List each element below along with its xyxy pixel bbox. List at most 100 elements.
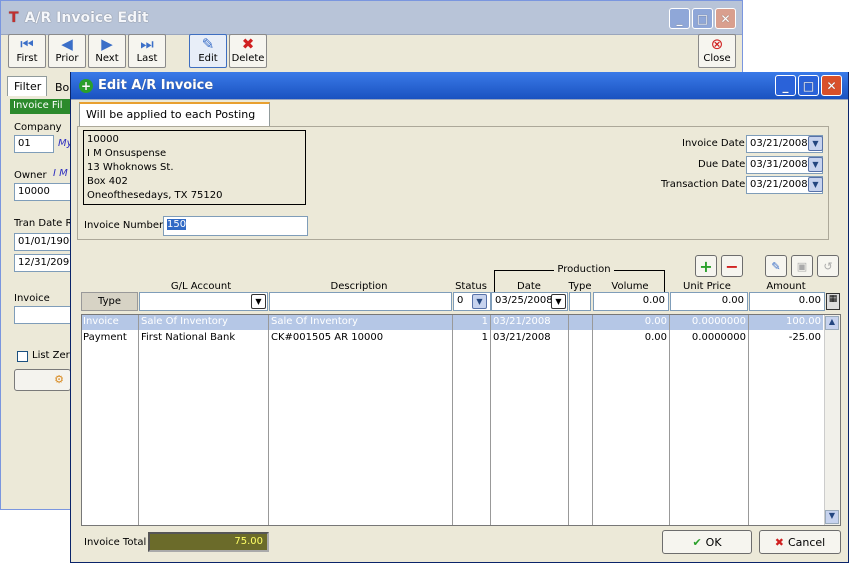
- delete-icon: ✖: [241, 35, 255, 53]
- type-selector[interactable]: Type: [81, 292, 138, 311]
- invoice-total-value: 75.00: [148, 532, 269, 552]
- row-type: Payment: [83, 332, 127, 343]
- row-gl: First National Bank: [141, 332, 236, 343]
- row-unit-price: 0.0000000: [691, 332, 746, 343]
- list-zero-checkbox[interactable]: [17, 351, 28, 362]
- next-icon: ▶: [101, 35, 113, 53]
- dialog-maximize-button[interactable]: □: [798, 75, 819, 96]
- header-gl-account: G/L Account: [170, 281, 232, 292]
- invoice-total-label: Invoice Total: [84, 537, 147, 548]
- minimize-button[interactable]: _: [669, 8, 690, 29]
- delete-button[interactable]: ✖ Delete: [229, 34, 267, 68]
- delete-row-button[interactable]: −: [721, 255, 743, 277]
- row-volume: 0.00: [644, 316, 667, 327]
- date-dropdown-icon[interactable]: ▼: [551, 294, 566, 309]
- status-dropdown-icon[interactable]: ▼: [472, 294, 487, 309]
- first-button[interactable]: ⏮ First: [8, 34, 46, 68]
- invoice-filter-field[interactable]: [14, 306, 71, 324]
- last-icon: ⏭: [140, 35, 154, 53]
- invoice-date-label: Invoice Date: [682, 138, 745, 149]
- volume-input[interactable]: 0.00: [593, 292, 669, 311]
- col-divider: [669, 315, 670, 525]
- company-label: Company: [14, 122, 62, 133]
- invoice-number-label: Invoice Number: [84, 220, 164, 231]
- date-to-field[interactable]: 12/31/2099: [14, 254, 76, 272]
- tab-second[interactable]: Bo: [51, 79, 71, 96]
- invoice-number-field[interactable]: 150: [163, 216, 308, 236]
- due-date-label: Due Date: [698, 159, 746, 170]
- address-line: Oneofthesedays, TX 75120: [87, 190, 223, 201]
- grid-scrollbar[interactable]: [824, 315, 840, 525]
- plus-icon: +: [79, 78, 93, 93]
- header-volume: Volume: [611, 281, 649, 292]
- close-circle-icon: ⊗: [710, 35, 724, 53]
- add-row-button[interactable]: +: [695, 255, 717, 277]
- company-select[interactable]: 01: [14, 135, 54, 153]
- save-row-button[interactable]: ▣: [791, 255, 813, 277]
- row-status: 1: [481, 316, 488, 327]
- last-button[interactable]: ⏭ Last: [128, 34, 166, 68]
- tab-filter[interactable]: Filter: [7, 76, 47, 96]
- owner-field[interactable]: 10000: [14, 183, 71, 201]
- scroll-up-icon[interactable]: ▲: [825, 316, 839, 330]
- header-type: Type: [568, 281, 592, 292]
- dialog-title: Edit A/R Invoice: [98, 78, 214, 93]
- scroll-down-icon[interactable]: ▼: [825, 510, 839, 524]
- unit-price-input[interactable]: 0.00: [670, 292, 748, 311]
- row-volume: 0.00: [644, 332, 667, 343]
- edit-ar-invoice-dialog: + Edit A/R Invoice _ □ ✕ Will be applied…: [70, 72, 849, 563]
- address-line: 10000: [87, 134, 119, 145]
- address-line: Box 402: [87, 176, 128, 187]
- checkmark-icon: ✔: [692, 535, 702, 549]
- gl-account-dropdown-icon[interactable]: ▼: [251, 294, 266, 309]
- calendar-dropdown-icon[interactable]: ▼: [808, 177, 823, 192]
- row-gl: Sale Of Inventory: [141, 316, 228, 327]
- refresh-button[interactable]: ⚙: [14, 369, 71, 391]
- row-description: CK#001505 AR 10000: [271, 332, 384, 343]
- ok-button[interactable]: ✔ OK: [662, 530, 752, 554]
- amount-input[interactable]: 0.00: [749, 292, 825, 311]
- date-from-field[interactable]: 01/01/1900: [14, 233, 76, 251]
- close-window-button[interactable]: ✕: [715, 8, 736, 29]
- row-status: 1: [481, 332, 488, 343]
- first-icon: ⏮: [20, 35, 34, 53]
- list-zero-label: List Zer: [32, 350, 70, 361]
- invoice-label: Invoice: [14, 293, 50, 304]
- description-input[interactable]: [269, 292, 452, 311]
- gear-icon: ⚙: [54, 373, 64, 386]
- row-type: Invoice: [83, 316, 119, 327]
- gl-account-input[interactable]: [139, 292, 268, 311]
- owner-name: I M: [53, 168, 68, 179]
- prior-button[interactable]: ◀ Prior: [48, 34, 86, 68]
- row-description: Sale Of Inventory: [271, 316, 358, 327]
- undo-row-button[interactable]: ↺: [817, 255, 839, 277]
- header-description: Description: [330, 281, 388, 292]
- next-button[interactable]: ▶ Next: [88, 34, 126, 68]
- address-line: 13 Whoknows St.: [87, 162, 174, 173]
- calculator-icon[interactable]: ▦: [826, 293, 840, 310]
- row-date: 03/21/2008: [493, 316, 551, 327]
- col-divider: [138, 315, 139, 525]
- cancel-button[interactable]: ✖ Cancel: [759, 530, 841, 554]
- tab-posting[interactable]: Will be applied to each Posting: [79, 102, 270, 126]
- production-label: Production: [554, 264, 614, 275]
- address-line: I M Onsuspense: [87, 148, 167, 159]
- row-amount: -25.00: [788, 332, 821, 343]
- pencil-icon: ✎: [201, 35, 215, 53]
- dialog-minimize-button[interactable]: _: [775, 75, 796, 96]
- x-icon: ✖: [774, 535, 784, 549]
- maximize-button[interactable]: □: [692, 8, 713, 29]
- type-input[interactable]: [569, 292, 591, 311]
- header-status: Status: [455, 281, 487, 292]
- app-icon: T: [9, 9, 19, 26]
- calendar-dropdown-icon[interactable]: ▼: [808, 136, 823, 151]
- close-button[interactable]: ⊗ Close: [698, 34, 736, 68]
- prior-icon: ◀: [61, 35, 73, 53]
- header-unit-price: Unit Price: [683, 281, 731, 292]
- edit-row-button[interactable]: ✎: [765, 255, 787, 277]
- dialog-close-button[interactable]: ✕: [821, 75, 842, 96]
- transaction-date-label: Transaction Date: [661, 179, 746, 190]
- calendar-dropdown-icon[interactable]: ▼: [808, 157, 823, 172]
- dialog-title-bar: + Edit A/R Invoice _ □ ✕: [71, 72, 848, 100]
- edit-button[interactable]: ✎ Edit: [189, 34, 227, 68]
